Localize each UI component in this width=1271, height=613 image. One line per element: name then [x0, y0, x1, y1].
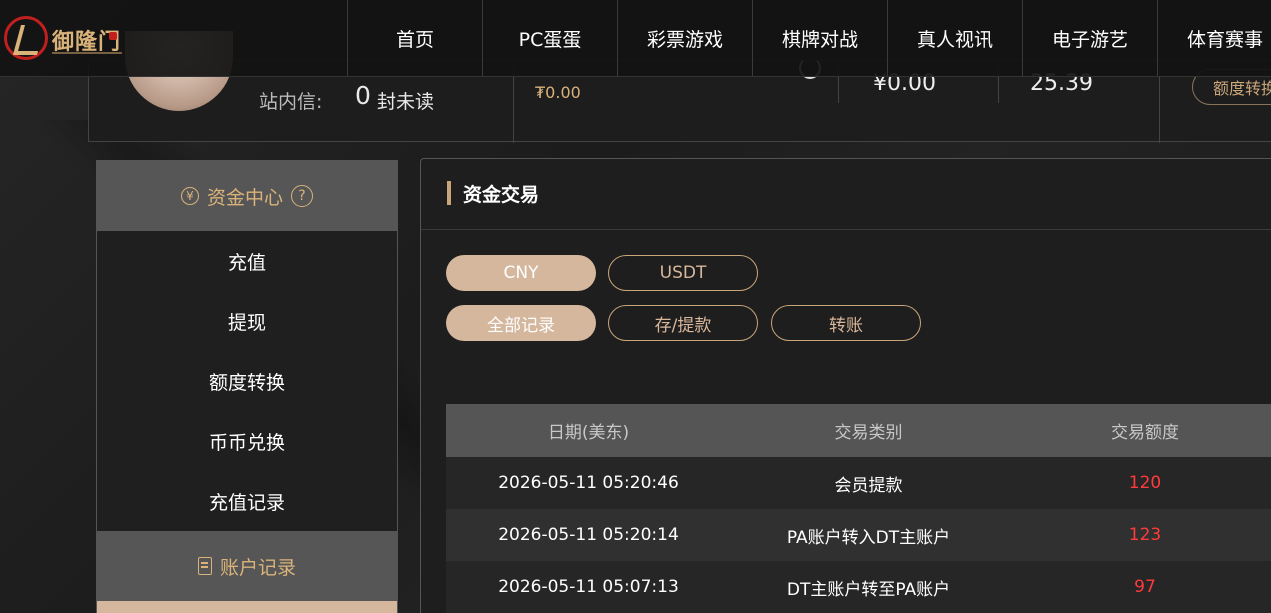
cell-amount: 123 [1128, 525, 1162, 545]
nav-item-slots[interactable]: 电子游艺 [1022, 0, 1157, 76]
tab-usdt[interactable]: USDT [608, 255, 758, 291]
nav-item-live-casino[interactable]: 真人视讯 [887, 0, 1022, 76]
nav-menu: 首页 PC蛋蛋 彩票游戏 棋牌对战 真人视讯 电子游艺 体育赛事 [347, 0, 1271, 76]
sidebar-item-coin-exchange[interactable]: 币币兑换 [97, 411, 397, 471]
page: 御隆门 首页 PC蛋蛋 彩票游戏 棋牌对战 真人视讯 电子游艺 体育赛事 站内信… [0, 0, 1271, 613]
filter-deposit-withdraw[interactable]: 存/提款 [608, 305, 758, 341]
nav-item-board-games[interactable]: 棋牌对战 [752, 0, 887, 76]
nav-item-pc-egg[interactable]: PC蛋蛋 [482, 0, 617, 76]
sidebar-item-withdraw[interactable]: 提现 [97, 291, 397, 351]
sidebar: ¥ 资金中心 ? 充值 提现 额度转换 币币兑换 充值记录 账户记录 [96, 160, 398, 613]
cell-date: 2026-05-11 05:20:46 [498, 473, 679, 493]
message-label: 站内信: [259, 91, 323, 113]
nav-item-sports[interactable]: 体育赛事 [1157, 0, 1271, 76]
panel-title-text: 资金交易 [463, 183, 540, 206]
sidebar-item-quota-transfer[interactable]: 额度转换 [97, 351, 397, 411]
table-row: 2026-05-11 05:20:14 PA账户转入DT主账户 123 [446, 509, 1271, 561]
cell-amount: 97 [1134, 577, 1156, 597]
table-header: 日期(美东) 交易类别 交易额度 [446, 404, 1271, 457]
document-icon [197, 557, 212, 575]
sidebar-header-funds: ¥ 资金中心 ? [97, 161, 397, 231]
cell-date: 2026-05-11 05:20:14 [498, 525, 679, 545]
yen-coin-icon: ¥ [180, 187, 199, 205]
table-row: 2026-05-11 05:07:13 DT主账户转至PA账户 97 [446, 561, 1271, 613]
message-unit[interactable]: 封未读 [377, 87, 434, 114]
panel-divider [421, 229, 1271, 230]
transactions-table: 日期(美东) 交易类别 交易额度 2026-05-11 05:20:46 会员提… [446, 404, 1271, 613]
nav-item-lottery[interactable]: 彩票游戏 [617, 0, 752, 76]
sidebar-item-active[interactable] [97, 601, 397, 613]
message-count[interactable]: 0 [355, 81, 371, 110]
column-header-type: 交易类别 [834, 423, 903, 443]
logo-seal-icon [109, 32, 117, 40]
panel-title: 资金交易 [447, 181, 540, 206]
top-navigation: 御隆门 首页 PC蛋蛋 彩票游戏 棋牌对战 真人视讯 电子游艺 体育赛事 [0, 0, 1271, 77]
tab-cny[interactable]: CNY [446, 255, 596, 291]
sidebar-header-account-records: 账户记录 [97, 531, 397, 601]
cell-type: DT主账户转至PA账户 [786, 579, 951, 600]
table-row: 2026-05-11 05:20:46 会员提款 120 [446, 457, 1271, 509]
sidebar-header-label: 资金中心 [206, 186, 283, 209]
column-header-date: 日期(美东) [547, 423, 630, 443]
brand-logo[interactable]: 御隆门 [0, 10, 130, 66]
help-icon[interactable]: ? [291, 185, 313, 207]
filter-all-records[interactable]: 全部记录 [446, 305, 596, 341]
sidebar-item-deposit[interactable]: 充值 [97, 231, 397, 291]
sidebar-header-label: 账户记录 [219, 556, 296, 579]
balance-small: ₮0.00 [535, 83, 581, 102]
cell-date: 2026-05-11 05:07:13 [498, 577, 679, 597]
filter-transfer[interactable]: 转账 [771, 305, 921, 341]
logo-emblem-icon [4, 16, 48, 60]
nav-item-home[interactable]: 首页 [347, 0, 482, 76]
sidebar-item-deposit-records[interactable]: 充值记录 [97, 471, 397, 531]
logo-underline [52, 52, 122, 54]
cell-amount: 120 [1128, 473, 1162, 493]
cell-type: 会员提款 [834, 475, 903, 496]
title-accent-bar [447, 181, 451, 205]
column-header-amount: 交易额度 [1111, 423, 1179, 443]
cell-type: PA账户转入DT主账户 [786, 527, 951, 548]
funds-transaction-panel: 资金交易 CNY USDT 全部记录 存/提款 转账 日期(美东) 交易类别 交… [420, 158, 1271, 613]
